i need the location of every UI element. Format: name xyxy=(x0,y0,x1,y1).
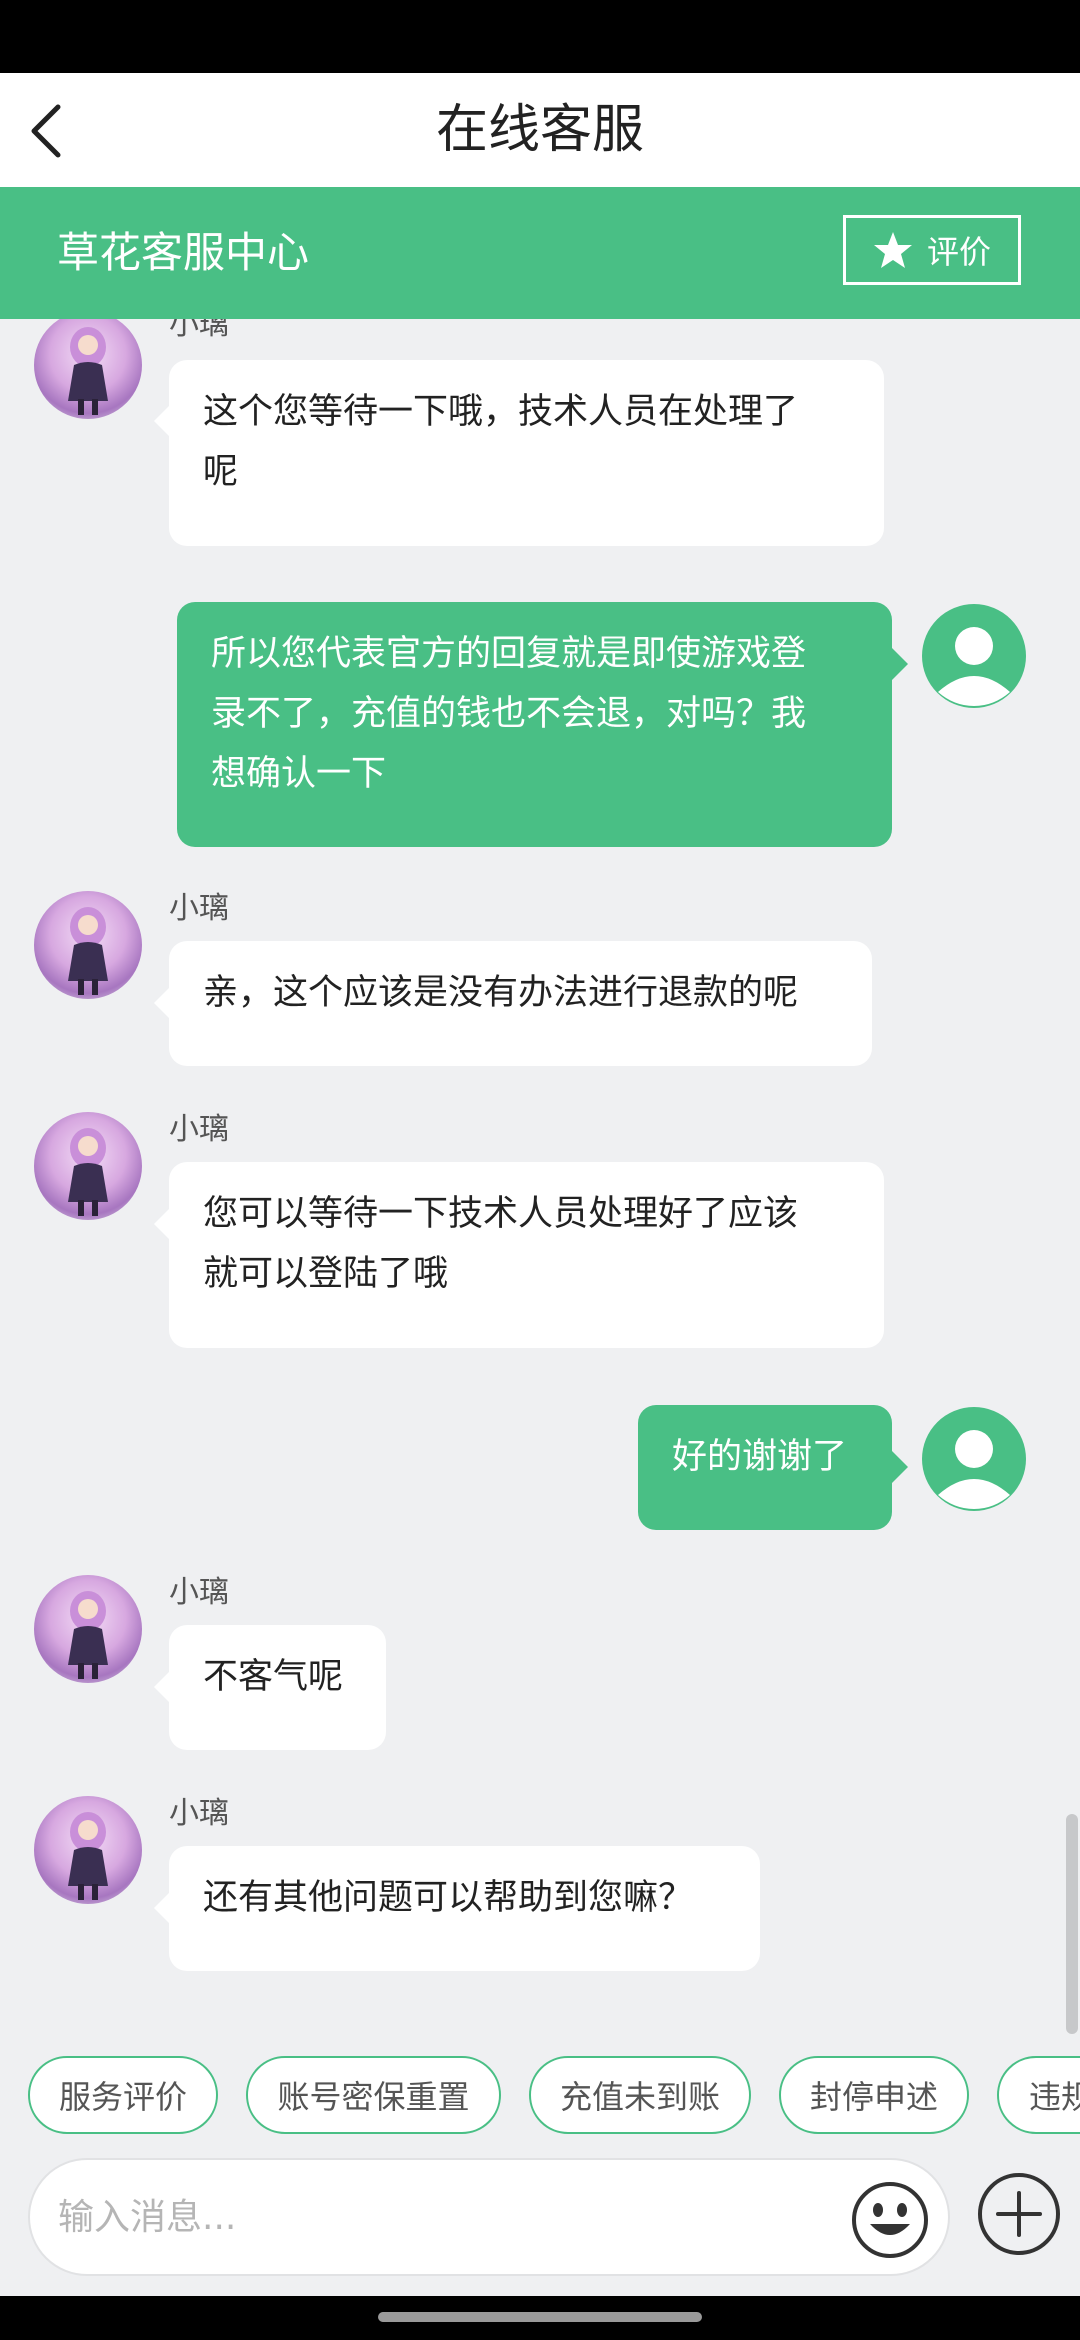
star-icon xyxy=(873,232,912,268)
message-line: 就可以登陆了哦 xyxy=(203,1254,449,1294)
service-center-title: 草花客服中心 xyxy=(57,228,310,277)
quick-reply-recharge-missing[interactable]: 充值未到账 xyxy=(529,2056,751,2134)
quick-reply-ban-appeal[interactable]: 封停申述 xyxy=(779,2056,969,2134)
message-line: 录不了，充值的钱也不会退，对吗？我 xyxy=(211,694,807,734)
chat-message: 好的谢谢了 xyxy=(638,1405,892,1530)
message-line: 所以您代表官方的回复就是即使游戏登 xyxy=(211,634,807,674)
agent-name: 小璃 xyxy=(169,1575,229,1610)
message-line: 这个您等待一下哦，技术人员在处理了 xyxy=(203,392,799,432)
message-line: 好的谢谢了 xyxy=(672,1437,848,1477)
quick-reply-bar: 服务评价 账号密保重置 充值未到账 封停申述 违规 xyxy=(0,2036,1080,2148)
message-input[interactable]: 输入消息... xyxy=(28,2158,950,2276)
quick-reply-violation[interactable]: 违规 xyxy=(997,2056,1080,2134)
agent-name: 小璃 xyxy=(169,1112,229,1147)
rate-button-label: 评价 xyxy=(926,233,991,271)
agent-name: 小璃 xyxy=(169,1796,229,1831)
smiley-icon xyxy=(852,2182,928,2258)
agent-avatar xyxy=(34,1575,142,1683)
plus-circle-icon xyxy=(978,2173,1060,2255)
page-title: 在线客服 xyxy=(435,100,644,160)
chat-message: 您可以等待一下技术人员处理好了应该 就可以登陆了哦 xyxy=(169,1162,884,1348)
message-line: 亲，这个应该是没有办法进行退款的呢 xyxy=(203,973,799,1013)
home-indicator[interactable] xyxy=(378,2312,702,2322)
message-line: 您可以等待一下技术人员处理好了应该 xyxy=(203,1194,799,1234)
quick-reply-account-reset[interactable]: 账号密保重置 xyxy=(246,2056,501,2134)
service-header: 草花客服中心 评价 xyxy=(0,187,1080,319)
emoji-button[interactable] xyxy=(850,2180,930,2260)
agent-name: 小璃 xyxy=(169,319,229,342)
message-line: 想确认一下 xyxy=(211,754,387,794)
user-avatar-icon xyxy=(922,604,1026,708)
nav-bar: 在线客服 xyxy=(0,73,1080,187)
user-avatar xyxy=(920,602,1028,710)
input-bar: 输入消息... xyxy=(0,2148,1080,2296)
rate-button[interactable]: 评价 xyxy=(843,215,1021,285)
user-avatar xyxy=(920,1405,1028,1513)
chat-message: 不客气呢 xyxy=(169,1625,386,1750)
message-line: 不客气呢 xyxy=(203,1657,344,1697)
more-button[interactable] xyxy=(976,2171,1062,2257)
agent-name: 小璃 xyxy=(169,891,229,926)
message-line: 还有其他问题可以帮助到您嘛？ xyxy=(203,1878,694,1918)
chat-message: 这个您等待一下哦，技术人员在处理了 呢 xyxy=(169,360,884,546)
message-input-placeholder: 输入消息... xyxy=(58,2197,237,2238)
chat-message: 还有其他问题可以帮助到您嘛？ xyxy=(169,1846,760,1971)
user-avatar-icon xyxy=(922,1407,1026,1511)
status-bar xyxy=(0,0,1080,73)
chat-message: 所以您代表官方的回复就是即使游戏登 录不了，充值的钱也不会退，对吗？我 想确认一… xyxy=(177,602,892,847)
message-line: 呢 xyxy=(203,452,239,492)
agent-avatar xyxy=(34,891,142,999)
quick-reply-service-rating[interactable]: 服务评价 xyxy=(28,2056,218,2134)
agent-avatar xyxy=(34,319,142,419)
agent-avatar xyxy=(34,1796,142,1904)
chat-scrollbar[interactable] xyxy=(1066,1814,1078,2034)
agent-avatar xyxy=(34,1112,142,1220)
chat-message: 亲，这个应该是没有办法进行退款的呢 xyxy=(169,941,872,1066)
chat-list[interactable]: 小璃 这个您等待一下哦，技术人员在处理了 呢 所以您代表官方的回复就是即使游戏登… xyxy=(0,319,1080,2036)
